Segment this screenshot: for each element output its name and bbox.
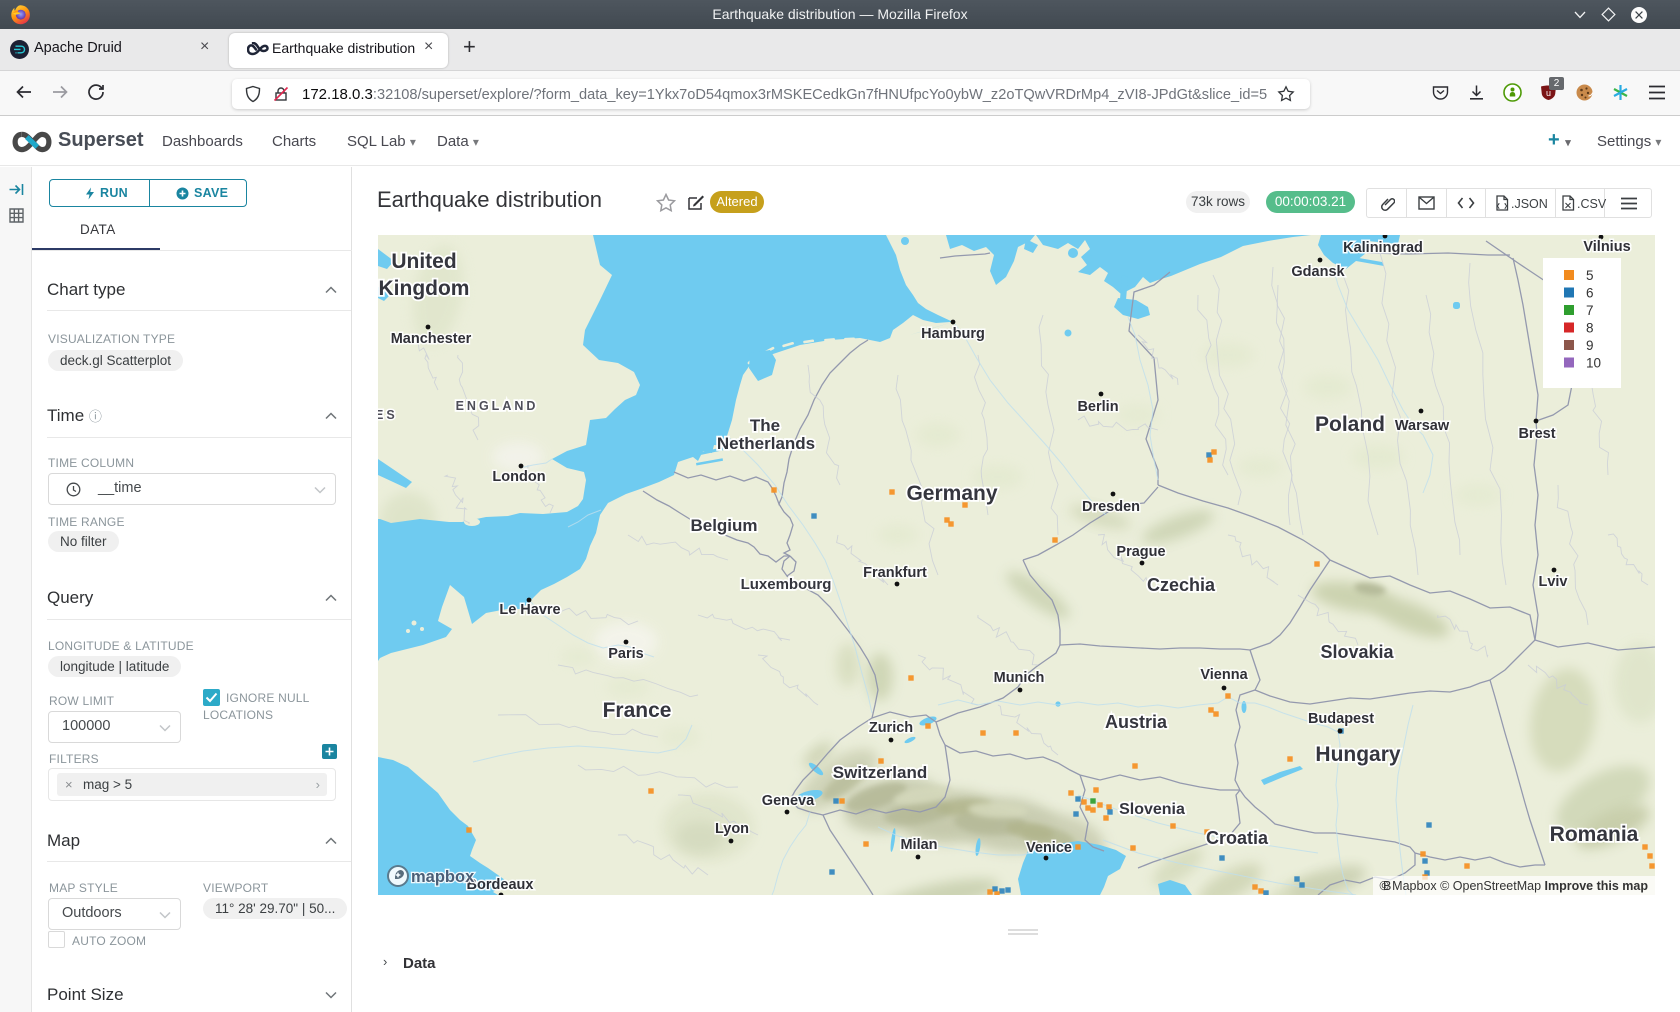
svg-text:London: London <box>492 469 545 485</box>
svg-text:8: 8 <box>1586 321 1594 336</box>
svg-text:5: 5 <box>1586 268 1594 283</box>
svg-text:6: 6 <box>1586 286 1594 301</box>
svg-text:ES: ES <box>378 408 398 422</box>
svg-text:Germany: Germany <box>906 482 997 505</box>
svg-text:United: United <box>391 250 456 273</box>
svg-text:Geneva: Geneva <box>762 793 815 809</box>
svg-text:Manchester: Manchester <box>391 331 472 347</box>
svg-text:Dresden: Dresden <box>1082 499 1140 515</box>
svg-text:Prague: Prague <box>1116 544 1165 560</box>
svg-text:B: B <box>1383 879 1391 893</box>
svg-text:Zurich: Zurich <box>869 720 913 736</box>
svg-text:mapbox: mapbox <box>411 868 475 886</box>
svg-text:Slovakia: Slovakia <box>1320 642 1394 662</box>
svg-text:Munich: Munich <box>994 670 1045 686</box>
svg-text:Le Havre: Le Havre <box>499 602 560 618</box>
svg-text:Brest: Brest <box>1518 426 1555 442</box>
svg-text:Vilnius: Vilnius <box>1583 239 1630 255</box>
svg-text:Budapest: Budapest <box>1308 711 1374 727</box>
svg-text:Warsaw: Warsaw <box>1395 418 1450 434</box>
svg-text:Venice: Venice <box>1026 840 1072 856</box>
svg-text:7: 7 <box>1586 303 1594 318</box>
svg-text:Austria: Austria <box>1105 712 1168 732</box>
svg-text:Berlin: Berlin <box>1077 399 1118 415</box>
svg-text:Romania: Romania <box>1550 823 1639 846</box>
svg-text:Kingdom: Kingdom <box>379 277 470 300</box>
svg-text:Vienna: Vienna <box>1200 667 1248 683</box>
svg-text:Czechia: Czechia <box>1147 575 1216 595</box>
svg-text:Slovenia: Slovenia <box>1119 801 1185 818</box>
svg-text:Frankfurt: Frankfurt <box>863 565 927 581</box>
svg-text:Luxembourg: Luxembourg <box>741 576 832 593</box>
svg-text:The: The <box>750 416 780 435</box>
svg-text:9: 9 <box>1586 338 1594 353</box>
svg-text:Bordeaux: Bordeaux <box>467 877 534 893</box>
svg-text:Poland: Poland <box>1315 413 1385 436</box>
svg-text:Gdansk: Gdansk <box>1291 264 1345 280</box>
svg-text:Hungary: Hungary <box>1315 743 1401 766</box>
svg-text:ENGLAND: ENGLAND <box>456 399 539 413</box>
svg-text:Switzerland: Switzerland <box>833 763 927 782</box>
svg-text:Belgium: Belgium <box>690 516 757 535</box>
svg-text:Paris: Paris <box>608 646 643 662</box>
svg-text:10: 10 <box>1586 356 1601 371</box>
svg-text:© Mapbox © OpenStreetMap Impro: © Mapbox © OpenStreetMap Improve this ma… <box>1379 879 1648 893</box>
svg-text:Lviv: Lviv <box>1538 574 1567 590</box>
svg-text:Milan: Milan <box>900 837 937 853</box>
svg-text:France: France <box>603 699 672 722</box>
svg-text:Lyon: Lyon <box>715 821 749 837</box>
svg-text:Netherlands: Netherlands <box>717 434 815 453</box>
svg-text:Kaliningrad: Kaliningrad <box>1343 240 1423 256</box>
svg-text:Hamburg: Hamburg <box>921 326 985 342</box>
svg-text:Croatia: Croatia <box>1206 828 1269 848</box>
